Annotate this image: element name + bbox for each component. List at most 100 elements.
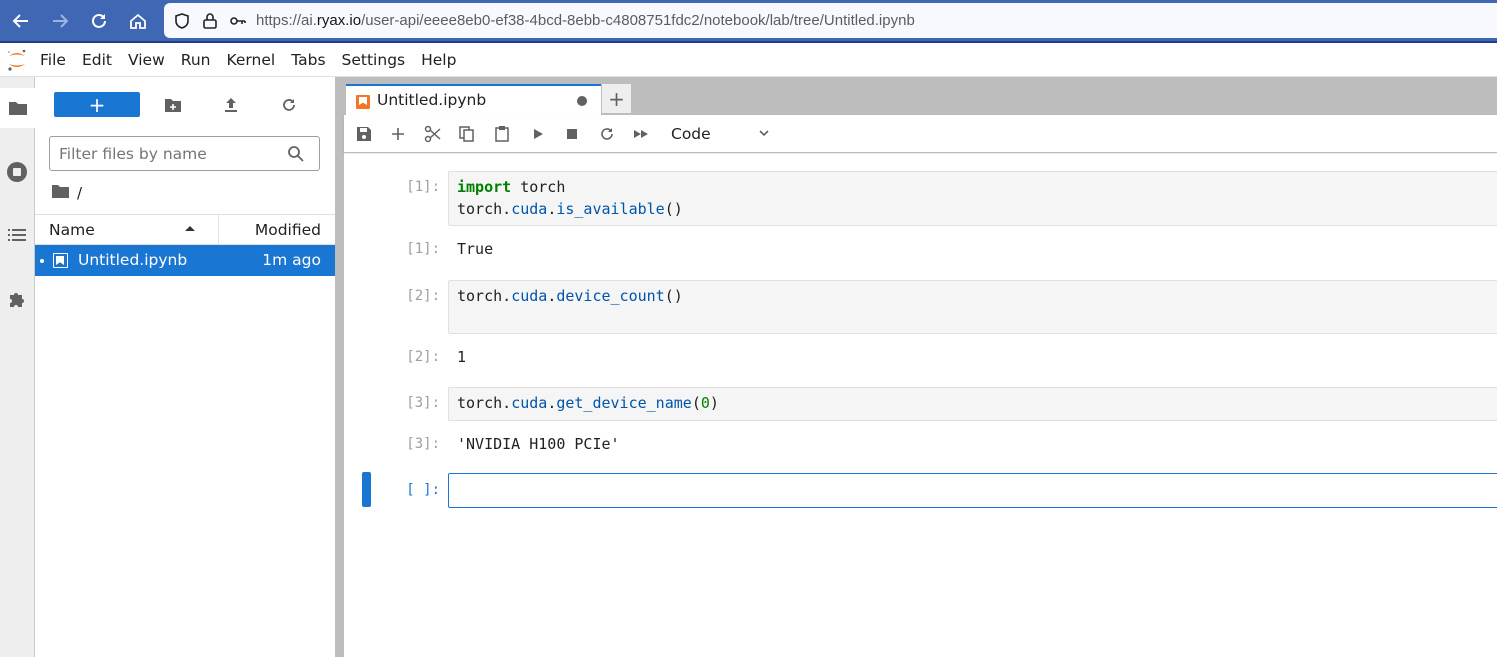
menu-run[interactable]: Run [173, 51, 219, 69]
tab-bar: Untitled.ipynb + [344, 77, 1497, 115]
cut-icon[interactable] [420, 122, 446, 146]
code-token: ) [709, 394, 719, 412]
file-row[interactable]: Untitled.ipynb 1m ago [35, 245, 335, 276]
copy-icon[interactable] [454, 122, 480, 146]
sort-ascending-icon[interactable] [185, 226, 195, 231]
code-line: torch.cuda.device_count() [457, 285, 1497, 307]
upload-icon[interactable] [218, 92, 244, 117]
code-token: torch. [457, 394, 512, 412]
cell-type-select[interactable]: Code [671, 122, 771, 146]
code-token: ( [691, 394, 701, 412]
code-token: () [664, 287, 683, 305]
jupyter-logo-icon [2, 45, 32, 75]
url-path: /user-api/eeee8eb0-ef38-4bcd-8ebb-c48087… [361, 12, 915, 29]
lock-icon[interactable] [200, 11, 220, 31]
notebook-panel: [1]: import torch torch.cuda.is_available… [344, 154, 1497, 657]
menu-help[interactable]: Help [413, 51, 464, 69]
code-token: . [547, 200, 557, 218]
shield-icon[interactable] [172, 11, 192, 31]
code-attribute: cuda [511, 200, 548, 218]
breadcrumb-root[interactable]: / [77, 184, 82, 202]
toc-icon[interactable] [0, 215, 34, 255]
code-token: () [664, 200, 683, 218]
back-icon[interactable] [8, 8, 34, 34]
code-attribute: is_available [556, 200, 665, 218]
code-token: . [547, 287, 557, 305]
new-folder-icon[interactable] [160, 92, 186, 117]
file-list-header: Name Modified [35, 214, 335, 245]
active-code-cell-input[interactable] [448, 473, 1497, 508]
tab-untitled-notebook[interactable]: Untitled.ipynb [346, 84, 601, 115]
filter-files-input[interactable] [59, 144, 279, 163]
menu-tabs[interactable]: Tabs [283, 51, 333, 69]
menu-file[interactable]: File [32, 51, 74, 69]
cell-output: 1 [457, 348, 467, 366]
reload-icon[interactable] [86, 8, 112, 34]
running-indicator-icon [40, 259, 44, 263]
refresh-icon[interactable] [276, 92, 302, 117]
extension-icon[interactable] [0, 279, 34, 319]
notebook-toolbar: Code [344, 115, 1497, 153]
input-prompt: [2]: [406, 288, 440, 304]
browser-toolbar: https://ai.ryax.io/user-api/eeee8eb0-ef3… [0, 0, 1497, 43]
breadcrumb: / [52, 183, 82, 203]
menu-view[interactable]: View [120, 51, 173, 69]
cell-output: 'NVIDIA H100 PCIe' [457, 435, 620, 453]
cell-output: True [457, 240, 494, 258]
input-prompt: [1]: [406, 179, 440, 195]
code-attribute: cuda [511, 287, 548, 305]
url-text[interactable]: https://ai.ryax.io/user-api/eeee8eb0-ef3… [256, 12, 915, 29]
add-cell-icon[interactable] [385, 122, 411, 146]
fast-forward-icon[interactable] [628, 122, 654, 146]
filter-files-field[interactable] [49, 136, 320, 171]
column-divider[interactable] [218, 215, 219, 245]
tab-label: Untitled.ipynb [377, 91, 487, 109]
home-icon[interactable] [125, 8, 151, 34]
panel-splitter[interactable] [335, 77, 344, 657]
unsaved-indicator-icon[interactable] [577, 96, 587, 106]
running-icon[interactable] [0, 152, 34, 192]
notebook-tab-icon [356, 95, 370, 109]
code-attribute: cuda [511, 394, 548, 412]
restart-icon[interactable] [594, 122, 620, 146]
paste-icon[interactable] [489, 122, 515, 146]
save-icon[interactable] [351, 122, 377, 146]
output-prompt: [2]: [406, 349, 440, 365]
output-prompt: [3]: [406, 436, 440, 452]
menu-edit[interactable]: Edit [74, 51, 120, 69]
add-tab-button[interactable]: + [602, 84, 631, 113]
code-token: torch. [457, 287, 512, 305]
code-cell-input[interactable]: torch.cuda.get_device_name(0) [448, 387, 1497, 421]
code-token: torch. [457, 200, 512, 218]
key-icon[interactable] [228, 11, 248, 31]
chevron-down-icon [757, 126, 771, 144]
notebook-icon [53, 253, 68, 268]
plus-icon: + [88, 92, 106, 117]
run-icon[interactable] [525, 122, 551, 146]
forward-icon[interactable] [47, 8, 73, 34]
code-cell-input[interactable]: import torch torch.cuda.is_available() [448, 171, 1497, 226]
code-token: torch [511, 178, 566, 196]
file-browser: + / Name Modified Untitled.ipynb 1m ago [35, 77, 335, 657]
search-icon [287, 145, 305, 167]
code-number: 0 [700, 394, 710, 412]
folder-icon[interactable] [0, 88, 35, 128]
column-modified[interactable]: Modified [255, 221, 321, 239]
cell-type-value: Code [671, 125, 711, 143]
url-host: ryax.io [316, 12, 362, 29]
stop-icon[interactable] [559, 122, 585, 146]
file-modified: 1m ago [262, 251, 321, 269]
menu-settings[interactable]: Settings [334, 51, 414, 69]
code-cell-input[interactable]: torch.cuda.device_count() [448, 280, 1497, 334]
home-folder-icon[interactable] [52, 184, 69, 202]
url-bar[interactable]: https://ai.ryax.io/user-api/eeee8eb0-ef3… [164, 3, 1497, 38]
input-prompt: [3]: [406, 395, 440, 411]
code-line: torch.cuda.is_available() [457, 198, 1497, 220]
new-launcher-button[interactable]: + [54, 92, 140, 117]
output-prompt: [1]: [406, 241, 440, 257]
plus-icon: + [608, 86, 625, 111]
code-token: . [547, 394, 557, 412]
column-name[interactable]: Name [49, 221, 95, 239]
code-attribute: device_count [556, 287, 665, 305]
menu-kernel[interactable]: Kernel [219, 51, 284, 69]
